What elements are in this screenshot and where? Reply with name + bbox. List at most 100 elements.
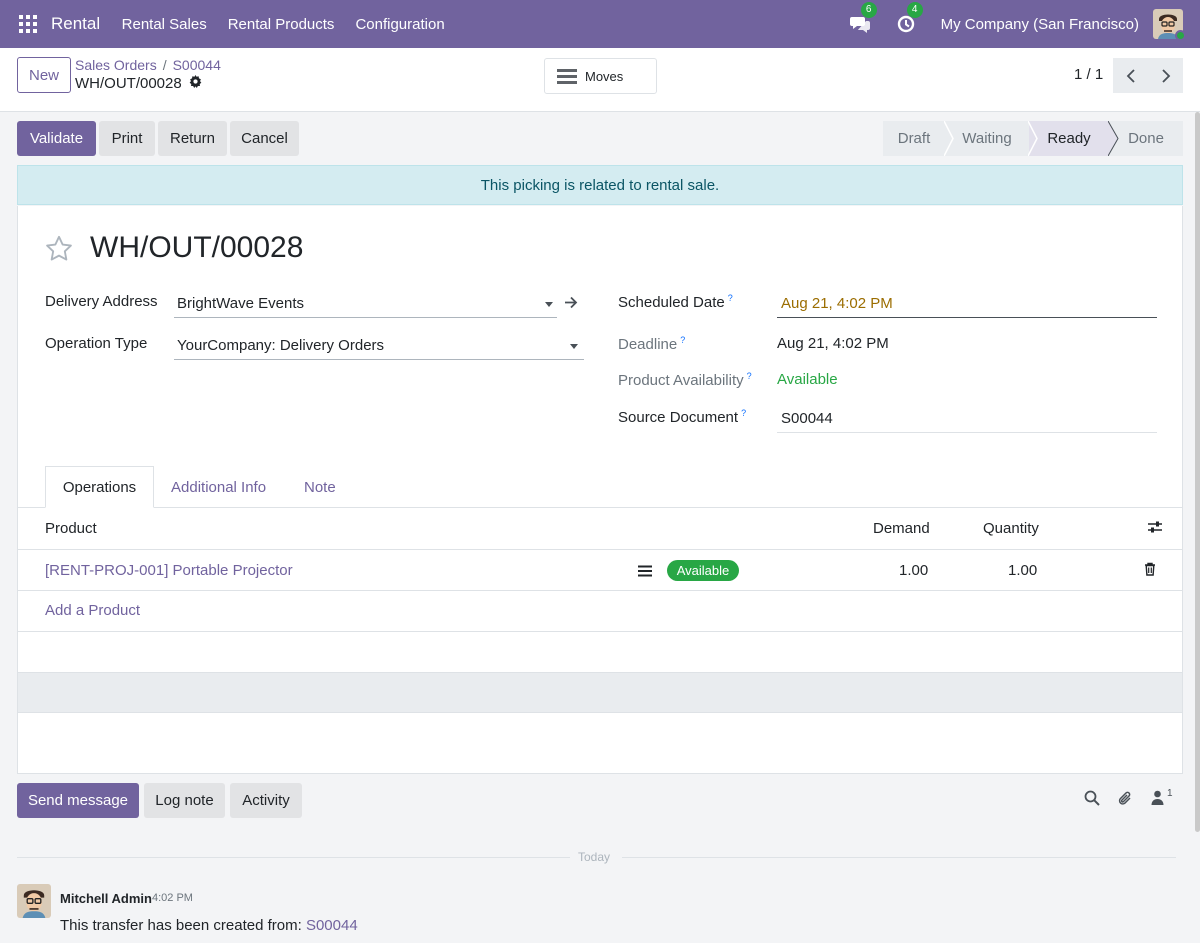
tab-additional-info[interactable]: Additional Info (171, 466, 266, 508)
new-button[interactable]: New (17, 57, 71, 93)
menu-rental-products[interactable]: Rental Products (217, 16, 345, 33)
stage-draft[interactable]: Draft (883, 121, 945, 156)
row-quantity[interactable]: 1.00 (1008, 562, 1037, 579)
help-tooltip[interactable]: ? (741, 408, 746, 418)
add-product-link[interactable]: Add a Product (45, 602, 140, 619)
tab-note[interactable]: Note (304, 466, 336, 508)
pager-value[interactable]: 1 / 1 (1074, 66, 1103, 83)
message-time: 4:02 PM (152, 892, 193, 904)
record-name-text: WH/OUT/00028 (75, 75, 182, 92)
cancel-button[interactable]: Cancel (230, 121, 299, 156)
message-source-link[interactable]: S00044 (306, 917, 358, 934)
date-separator: Today (578, 850, 611, 864)
activities-badge: 4 (906, 2, 923, 18)
column-header-demand[interactable]: Demand (873, 520, 930, 537)
delivery-address-underline (174, 317, 557, 318)
rental-info-alert: This picking is related to rental sale. (17, 165, 1183, 205)
stage-draft-label: Draft (897, 130, 931, 147)
column-header-quantity[interactable]: Quantity (983, 520, 1039, 537)
caret-down-icon[interactable] (570, 344, 578, 349)
user-avatar[interactable] (1153, 9, 1186, 41)
stage-ready[interactable]: Ready (1028, 121, 1119, 156)
help-tooltip[interactable]: ? (728, 293, 733, 303)
page-scrollbar[interactable] (1195, 112, 1200, 832)
app-brand[interactable]: Rental (51, 14, 100, 34)
send-message-button[interactable]: Send message (17, 783, 139, 818)
product-availability-label: Product Availability? (618, 371, 752, 389)
search-icon[interactable] (1084, 790, 1100, 810)
message-body: This transfer has been created from: S00… (60, 917, 358, 934)
source-document-field[interactable]: S00044 (781, 410, 833, 427)
external-link-arrow-icon[interactable] (564, 296, 578, 313)
moves-label: Moves (585, 68, 624, 84)
online-status-dot (1175, 30, 1186, 41)
gear-icon[interactable] (189, 75, 202, 92)
moves-smart-button[interactable]: Moves (544, 58, 657, 94)
log-note-button[interactable]: Log note (144, 783, 225, 818)
paperclip-icon[interactable] (1117, 790, 1133, 811)
company-switcher[interactable]: My Company (San Francisco) (941, 16, 1139, 33)
record-name: WH/OUT/00028 (75, 75, 202, 92)
activity-button[interactable]: Activity (230, 783, 302, 818)
stage-done[interactable]: Done (1109, 121, 1183, 156)
pager-previous-button[interactable] (1113, 58, 1148, 93)
date-divider-left (17, 857, 570, 858)
breadcrumb-separator: / (162, 57, 167, 73)
pager-next-button[interactable] (1148, 58, 1183, 93)
help-tooltip[interactable]: ? (680, 335, 685, 345)
messages-systray[interactable]: 6 (849, 2, 877, 35)
message-author[interactable]: Mitchell Admin (60, 891, 152, 906)
validate-button[interactable]: Validate (17, 121, 96, 156)
stage-waiting-label: Waiting (962, 130, 1012, 147)
status-badge: Available (667, 560, 739, 581)
form-sheet: WH/OUT/00028 Delivery Address BrightWave… (17, 206, 1183, 774)
scheduled-date-field[interactable]: Aug 21, 4:02 PM (781, 295, 893, 312)
trash-icon[interactable] (1144, 562, 1156, 580)
row-divider (18, 631, 1182, 632)
operation-type-field[interactable]: YourCompany: Delivery Orders (177, 337, 384, 354)
breadcrumb-s00044[interactable]: S00044 (173, 57, 221, 73)
systray: 6 4 My Company (San Francisco) (849, 0, 1200, 48)
return-button[interactable]: Return (158, 121, 227, 156)
chevron-right-icon (1161, 68, 1170, 83)
delivery-address-label: Delivery Address (45, 293, 158, 310)
caret-down-icon[interactable] (545, 302, 553, 307)
date-divider-right (622, 857, 1176, 858)
chevron-left-icon (1126, 68, 1135, 83)
table-header-divider (18, 549, 1182, 550)
deadline-value: Aug 21, 4:02 PM (777, 335, 889, 352)
apps-grid-icon[interactable] (19, 15, 37, 33)
column-header-product[interactable]: Product (45, 520, 97, 537)
operation-type-label: Operation Type (45, 335, 148, 352)
tab-operations[interactable]: Operations (45, 466, 154, 508)
stage-waiting[interactable]: Waiting (944, 121, 1029, 156)
breadcrumb-sales-orders[interactable]: Sales Orders (75, 57, 157, 73)
main-menu: Rental Sales Rental Products Configurati… (111, 16, 455, 33)
record-title: WH/OUT/00028 (90, 231, 304, 264)
delivery-address-field[interactable]: BrightWave Events (177, 295, 304, 312)
print-button[interactable]: Print (99, 121, 155, 156)
menu-rental-sales[interactable]: Rental Sales (111, 16, 217, 33)
status-bar: Draft Waiting Ready Done (883, 121, 1183, 156)
avatar[interactable] (17, 884, 51, 918)
help-tooltip[interactable]: ? (747, 371, 752, 381)
top-navbar: Rental Rental Sales Rental Products Conf… (0, 0, 1200, 48)
control-panel: New Sales Orders / S00044 WH/OUT/00028 Mov… (0, 48, 1200, 112)
messages-badge: 6 (860, 2, 877, 18)
follower-icon[interactable] (1151, 790, 1164, 809)
optional-columns-icon[interactable] (1147, 520, 1163, 538)
deadline-label-text: Deadline (618, 336, 678, 353)
forecast-lines-icon[interactable] (638, 564, 652, 581)
operation-type-underline (174, 359, 584, 360)
message-text: This transfer has been created from: (60, 917, 306, 934)
row-demand[interactable]: 1.00 (899, 562, 928, 579)
table-footer-band (18, 672, 1182, 713)
menu-configuration[interactable]: Configuration (345, 16, 455, 33)
row-divider (18, 590, 1182, 591)
activities-systray[interactable]: 4 (895, 2, 923, 35)
deadline-label: Deadline? (618, 335, 685, 353)
row-product[interactable]: [RENT-PROJ-001] Portable Projector (45, 562, 293, 579)
source-document-label-text: Source Document (618, 409, 739, 426)
star-icon[interactable] (45, 235, 73, 266)
product-availability-value: Available (777, 371, 838, 388)
